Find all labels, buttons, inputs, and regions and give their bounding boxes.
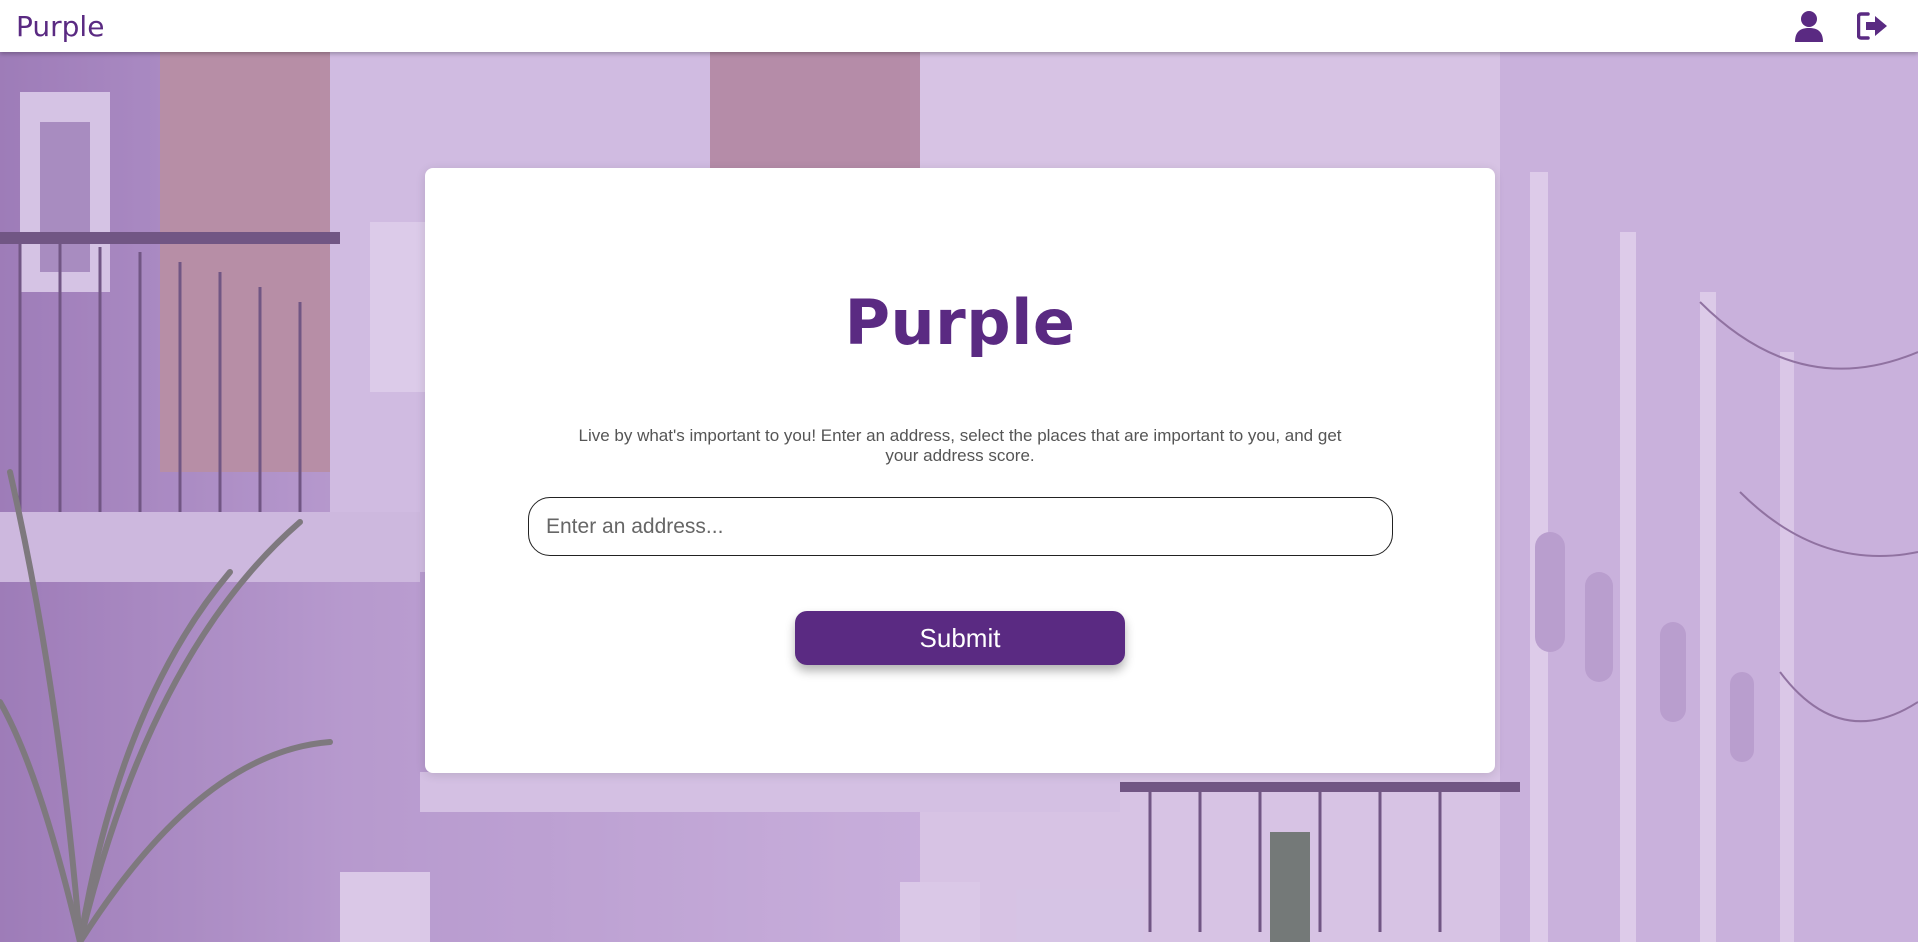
address-input[interactable] bbox=[528, 497, 1393, 556]
user-icon[interactable] bbox=[1792, 9, 1826, 43]
address-card: Purple Live by what's important to you! … bbox=[425, 168, 1495, 773]
nav-icons bbox=[1792, 9, 1902, 43]
brand-link[interactable]: Purple bbox=[16, 10, 104, 43]
page-title: Purple bbox=[844, 286, 1076, 359]
top-navbar: Purple bbox=[0, 0, 1918, 52]
tagline-text: Live by what's important to you! Enter a… bbox=[578, 426, 1342, 465]
submit-button[interactable]: Submit bbox=[795, 611, 1125, 665]
sign-out-icon[interactable] bbox=[1856, 9, 1890, 43]
